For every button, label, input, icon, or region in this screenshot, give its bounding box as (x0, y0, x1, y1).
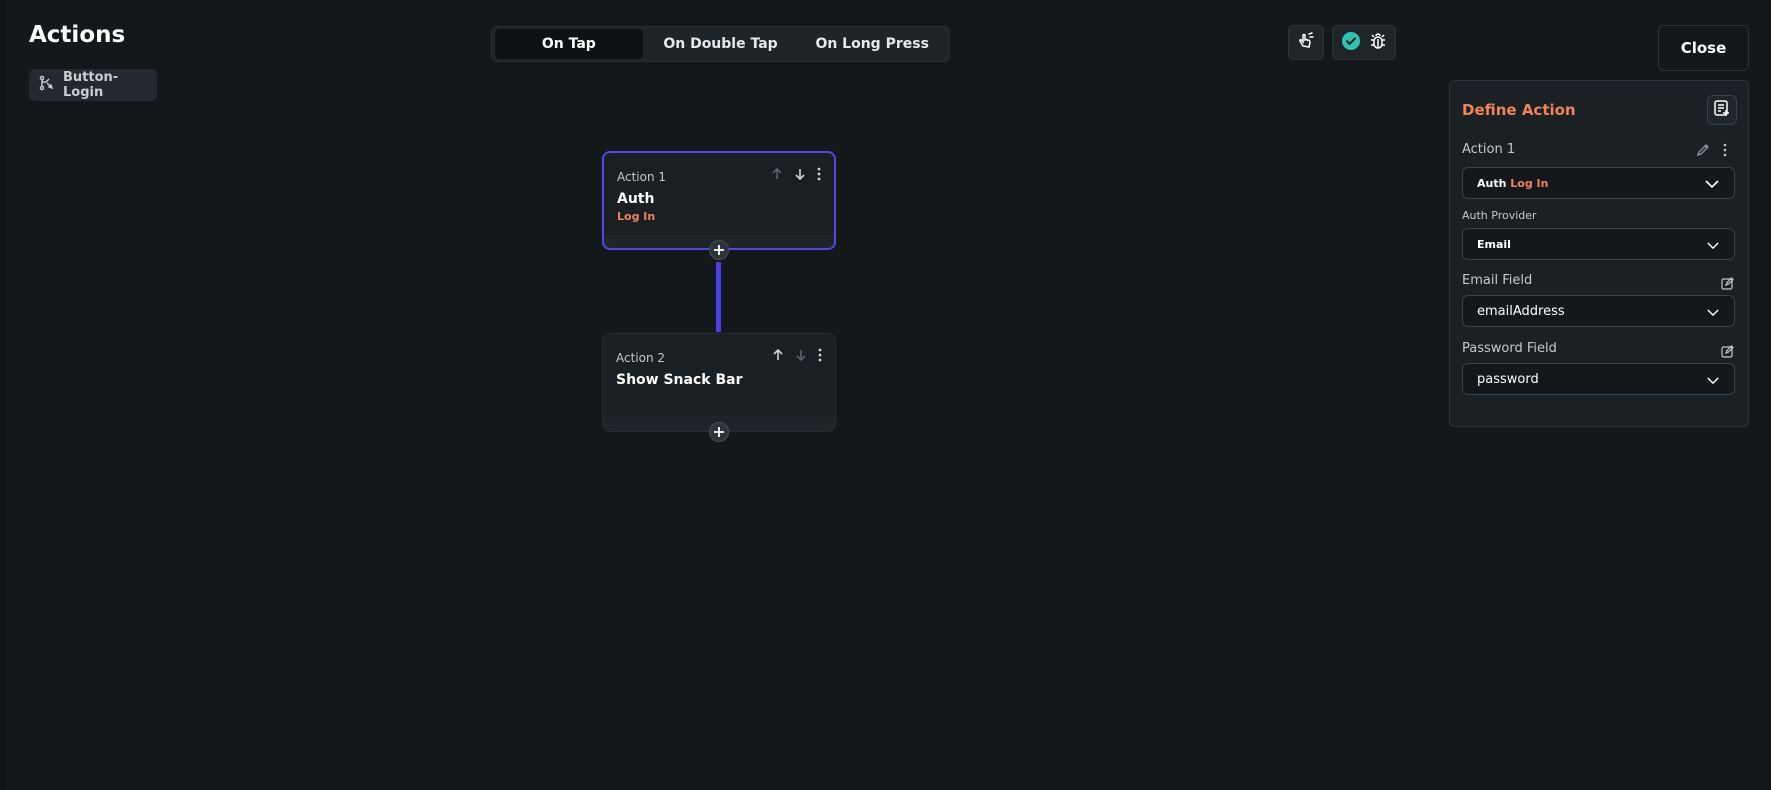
page-title: Actions (29, 22, 126, 48)
bug-icon (1369, 31, 1387, 55)
widget-name: Button-Login (63, 70, 119, 100)
edit-square-icon[interactable] (1721, 275, 1734, 294)
action-node-label: Action 1 (617, 170, 667, 184)
action-label: Action 1 (1462, 142, 1516, 157)
close-button[interactable]: Close (1658, 25, 1749, 71)
action-subtype: Log In (1510, 176, 1549, 190)
chevron-down-icon (1706, 302, 1720, 321)
widget-chip[interactable]: Button-Login (29, 69, 157, 101)
check-circle-icon (1341, 31, 1361, 55)
more-options-icon[interactable] (1722, 142, 1728, 161)
email-field-label: Email Field (1462, 273, 1533, 288)
action-node-name: Auth (617, 191, 655, 207)
document-add-icon (1713, 99, 1731, 121)
tab-on-tap[interactable]: On Tap (495, 29, 643, 59)
flow-connector (716, 262, 721, 332)
left-edge-strip (0, 0, 5, 790)
auth-provider-select[interactable]: Email (1462, 228, 1735, 260)
validation-debug-group[interactable] (1332, 25, 1396, 60)
define-action-panel: Define Action Action 1 Auth Log In Auth … (1449, 80, 1749, 427)
action-node-2[interactable]: Action 2 Show Snack Bar (602, 333, 836, 432)
tree-icon (39, 75, 55, 95)
chevron-down-icon (1704, 174, 1720, 193)
action-node-name: Show Snack Bar (616, 372, 743, 388)
action-node-1[interactable]: Action 1 Auth Log In (602, 151, 836, 250)
add-action-button[interactable] (709, 422, 729, 442)
tab-on-double-tap[interactable]: On Double Tap (647, 29, 795, 59)
move-down-icon[interactable] (794, 347, 808, 366)
more-options-icon[interactable] (817, 347, 823, 366)
panel-title: Define Action (1462, 101, 1576, 119)
action-library-button[interactable] (1707, 95, 1737, 125)
add-action-button[interactable] (709, 240, 729, 260)
action-node-subtitle: Log In (617, 210, 656, 223)
action-type: Auth (1477, 176, 1507, 190)
gesture-button[interactable] (1288, 25, 1324, 60)
edit-icon[interactable] (1696, 142, 1710, 161)
chevron-down-icon (1706, 235, 1720, 254)
more-options-icon[interactable] (816, 166, 822, 185)
password-field-value: password (1477, 371, 1539, 387)
action-node-label: Action 2 (616, 351, 666, 365)
auth-provider-label: Auth Provider (1462, 209, 1537, 222)
edit-square-icon[interactable] (1721, 343, 1734, 362)
move-up-icon[interactable] (770, 166, 784, 185)
trigger-tabs: On Tap On Double Tap On Long Press (491, 26, 950, 62)
password-field-select[interactable]: password (1462, 363, 1735, 395)
move-up-icon[interactable] (771, 347, 785, 366)
email-field-value: emailAddress (1477, 303, 1565, 319)
move-down-icon[interactable] (793, 166, 807, 185)
chevron-down-icon (1706, 370, 1720, 389)
password-field-label: Password Field (1462, 341, 1557, 356)
tab-on-long-press[interactable]: On Long Press (798, 29, 946, 59)
hand-pointer-icon (1296, 31, 1316, 55)
auth-provider-value: Email (1477, 237, 1511, 251)
email-field-select[interactable]: emailAddress (1462, 295, 1735, 327)
action-type-select[interactable]: Auth Log In (1462, 167, 1735, 199)
